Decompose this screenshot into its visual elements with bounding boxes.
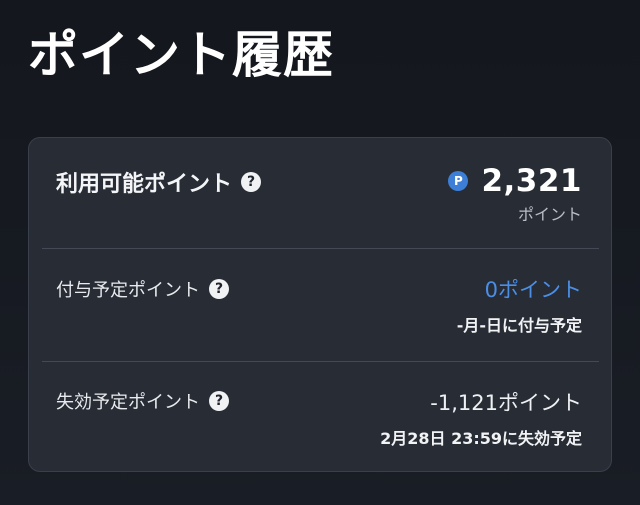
expire-points-value-group: -1,121ポイント 2月28日 23:59に失効予定 bbox=[380, 387, 582, 449]
grant-points-value: 0ポイント bbox=[484, 278, 582, 302]
available-points-label: 利用可能ポイント bbox=[56, 172, 233, 197]
available-points-label-group: 利用可能ポイント ? bbox=[56, 166, 262, 198]
page-title: ポイント履歴 bbox=[28, 26, 334, 84]
expire-points-label-group: 失効予定ポイント ? bbox=[56, 388, 229, 414]
available-points-row: 利用可能ポイント ? P 2,321 ポイント bbox=[29, 138, 611, 248]
points-summary-card: 利用可能ポイント ? P 2,321 ポイント 付与予定ポイント ? 0ポイント… bbox=[28, 137, 612, 472]
point-badge-icon: P bbox=[448, 171, 469, 191]
grant-points-label: 付与予定ポイント bbox=[56, 280, 200, 301]
expire-points-label: 失効予定ポイント bbox=[56, 392, 200, 413]
expire-points-row: 失効予定ポイント ? -1,121ポイント 2月28日 23:59に失効予定 bbox=[29, 361, 611, 473]
grant-points-label-group: 付与予定ポイント ? bbox=[56, 276, 229, 302]
expire-points-note: 2月28日 23:59に失効予定 bbox=[380, 429, 582, 448]
available-points-value-line: P 2,321 bbox=[448, 163, 582, 199]
grant-points-value-group: 0ポイント -月-日に付与予定 bbox=[457, 274, 582, 336]
expire-points-help-icon[interactable]: ? bbox=[209, 391, 229, 411]
available-points-help-icon[interactable]: ? bbox=[241, 172, 262, 192]
grant-points-help-icon[interactable]: ? bbox=[209, 279, 229, 299]
available-points-value: 2,321 bbox=[481, 163, 582, 199]
available-points-value-group: P 2,321 ポイント bbox=[448, 163, 582, 225]
available-points-unit: ポイント bbox=[517, 205, 582, 224]
grant-points-row: 付与予定ポイント ? 0ポイント -月-日に付与予定 bbox=[29, 248, 611, 361]
expire-points-value: -1,121ポイント bbox=[430, 391, 582, 415]
grant-points-note: -月-日に付与予定 bbox=[456, 316, 582, 335]
